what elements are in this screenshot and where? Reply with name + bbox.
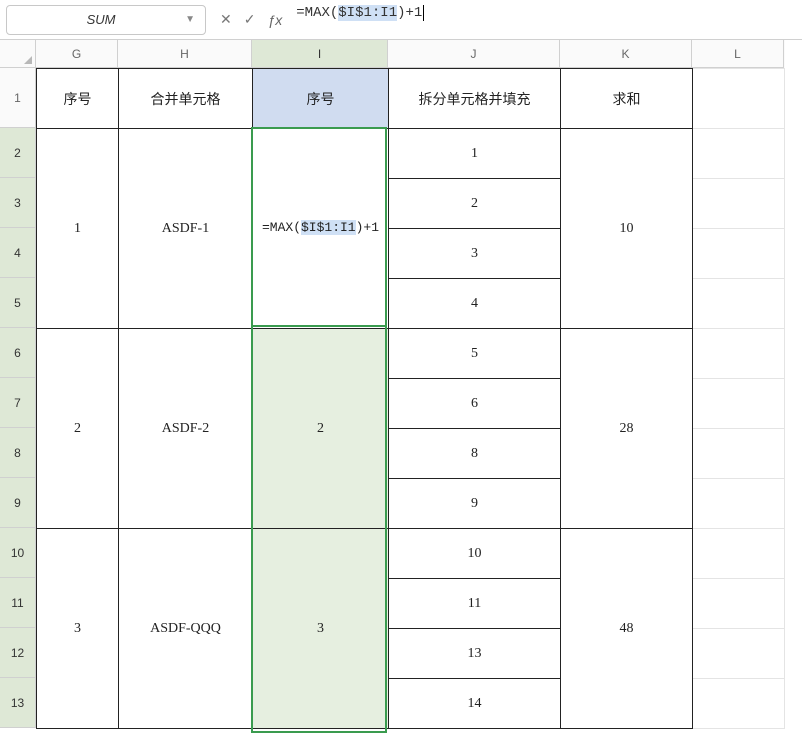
name-box[interactable]: SUM ▼	[6, 5, 206, 35]
column-header-H[interactable]: H	[118, 40, 252, 68]
column-headers: GHIJKL	[36, 40, 785, 68]
cell-K2[interactable]: 10	[561, 129, 693, 329]
name-box-text: SUM	[17, 12, 185, 27]
cell-L3[interactable]	[693, 179, 785, 229]
cell-I2[interactable]: =MAX($I$1:I1)+1	[253, 129, 389, 329]
row-header-5[interactable]: 5	[0, 278, 36, 328]
cell-J1[interactable]: 拆分单元格并填充	[389, 69, 561, 129]
chevron-down-icon[interactable]: ▼	[185, 14, 195, 25]
cell-K10[interactable]: 48	[561, 529, 693, 729]
cell-J11[interactable]: 11	[389, 579, 561, 629]
row-header-8[interactable]: 8	[0, 428, 36, 478]
cell-L4[interactable]	[693, 229, 785, 279]
formula-bar: SUM ▼ ✕ ✓ ƒx =MAX($I$1:I1)+1	[0, 0, 802, 40]
cell-H10[interactable]: ASDF-QQQ	[119, 529, 253, 729]
cell-L1[interactable]	[693, 69, 785, 129]
cell-J10[interactable]: 10	[389, 529, 561, 579]
cell-J8[interactable]: 8	[389, 429, 561, 479]
cell-G10[interactable]: 3	[37, 529, 119, 729]
formula-text: =MAX($I$1:I1)+1	[296, 5, 424, 21]
cell-L6[interactable]	[693, 329, 785, 379]
cell-L10[interactable]	[693, 529, 785, 579]
row-header-10[interactable]: 10	[0, 528, 36, 578]
select-all-corner[interactable]	[0, 40, 36, 68]
column-header-I[interactable]: I	[252, 40, 388, 68]
row-header-2[interactable]: 2	[0, 128, 36, 178]
cell-J3[interactable]: 2	[389, 179, 561, 229]
column-header-K[interactable]: K	[560, 40, 692, 68]
row-header-1[interactable]: 1	[0, 68, 36, 128]
cell-L8[interactable]	[693, 429, 785, 479]
row-headers: 12345678910111213	[0, 68, 36, 728]
cell-J6[interactable]: 5	[389, 329, 561, 379]
cell-L7[interactable]	[693, 379, 785, 429]
row-header-3[interactable]: 3	[0, 178, 36, 228]
column-header-G[interactable]: G	[36, 40, 118, 68]
row-header-11[interactable]: 11	[0, 578, 36, 628]
cell-L9[interactable]	[693, 479, 785, 529]
row-header-6[interactable]: 6	[0, 328, 36, 378]
cell-L12[interactable]	[693, 629, 785, 679]
cell-G2[interactable]: 1	[37, 129, 119, 329]
cell-H6[interactable]: ASDF-2	[119, 329, 253, 529]
spreadsheet: 12345678910111213 GHIJKL 序号合并单元格序号拆分单元格并…	[0, 40, 802, 729]
row-header-4[interactable]: 4	[0, 228, 36, 278]
cell-G6[interactable]: 2	[37, 329, 119, 529]
cell-J2[interactable]: 1	[389, 129, 561, 179]
cell-J5[interactable]: 4	[389, 279, 561, 329]
row-header-13[interactable]: 13	[0, 678, 36, 728]
column-header-L[interactable]: L	[692, 40, 784, 68]
cell-H2[interactable]: ASDF-1	[119, 129, 253, 329]
fx-icon[interactable]: ƒx	[267, 12, 282, 28]
cell-K6[interactable]: 28	[561, 329, 693, 529]
cell-J13[interactable]: 14	[389, 679, 561, 729]
row-header-7[interactable]: 7	[0, 378, 36, 428]
formula-input[interactable]: =MAX($I$1:I1)+1	[290, 5, 796, 35]
cancel-icon[interactable]: ✕	[220, 11, 232, 28]
formula-controls: ✕ ✓ ƒx	[214, 11, 282, 28]
cell-I1[interactable]: 序号	[253, 69, 389, 129]
cell-J4[interactable]: 3	[389, 229, 561, 279]
cell-I10[interactable]: 3	[253, 529, 389, 729]
cell-J9[interactable]: 9	[389, 479, 561, 529]
editing-cell-content[interactable]: =MAX($I$1:I1)+1	[253, 217, 388, 239]
cell-G1[interactable]: 序号	[37, 69, 119, 129]
row-header-12[interactable]: 12	[0, 628, 36, 678]
cell-I6[interactable]: 2	[253, 329, 389, 529]
cell-L2[interactable]	[693, 129, 785, 179]
cell-L13[interactable]	[693, 679, 785, 729]
column-header-J[interactable]: J	[388, 40, 560, 68]
accept-icon[interactable]: ✓	[244, 11, 256, 28]
cell-L11[interactable]	[693, 579, 785, 629]
cell-L5[interactable]	[693, 279, 785, 329]
cells-area[interactable]: 序号合并单元格序号拆分单元格并填充求和1ASDF-1=MAX($I$1:I1)+…	[36, 68, 785, 729]
cell-H1[interactable]: 合并单元格	[119, 69, 253, 129]
row-header-9[interactable]: 9	[0, 478, 36, 528]
cell-J12[interactable]: 13	[389, 629, 561, 679]
cell-K1[interactable]: 求和	[561, 69, 693, 129]
cell-J7[interactable]: 6	[389, 379, 561, 429]
